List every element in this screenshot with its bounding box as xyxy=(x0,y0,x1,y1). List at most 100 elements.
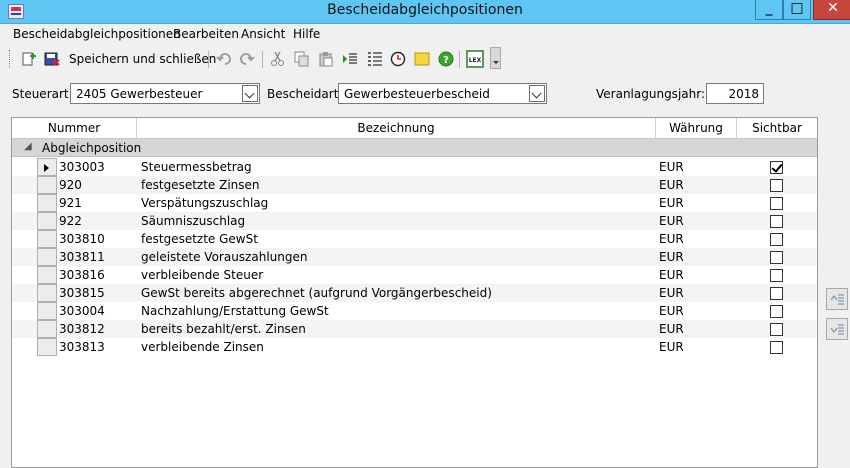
maximize-button[interactable]: □ xyxy=(783,0,811,20)
column-header-waehrung[interactable]: Währung xyxy=(656,118,737,139)
move-down-button[interactable] xyxy=(826,318,848,340)
cell-nummer[interactable]: 921 xyxy=(59,196,82,210)
cell-nummer[interactable]: 303811 xyxy=(59,250,105,264)
cell-nummer[interactable]: 303813 xyxy=(59,340,105,354)
save-close-label[interactable]: Speichern und schließen xyxy=(69,52,216,66)
cell-waehrung[interactable]: EUR xyxy=(659,268,684,282)
cell-bezeichnung[interactable]: Verspätungszuschlag xyxy=(141,196,268,210)
table-row[interactable]: 303812 bereits bezahlt/erst. Zinsen EUR xyxy=(12,320,817,338)
menu-bearbeiten[interactable]: Bearbeiten xyxy=(173,27,239,41)
row-selector[interactable] xyxy=(37,176,57,194)
cell-bezeichnung[interactable]: verbleibende Zinsen xyxy=(141,340,264,354)
cell-bezeichnung[interactable]: bereits bezahlt/erst. Zinsen xyxy=(141,322,306,336)
sichtbar-checkbox[interactable] xyxy=(770,161,783,174)
sichtbar-checkbox[interactable] xyxy=(770,323,783,336)
cell-bezeichnung[interactable]: festgesetzte GewSt xyxy=(141,232,258,246)
group-row[interactable]: ◢ Abgleichposition xyxy=(12,139,817,157)
help-icon[interactable]: ? xyxy=(438,51,454,67)
cell-nummer[interactable]: 303812 xyxy=(59,322,105,336)
column-header-bezeichnung[interactable]: Bezeichnung xyxy=(137,118,656,139)
veranlagungsjahr-input[interactable]: 2018 xyxy=(706,83,764,104)
sichtbar-checkbox[interactable] xyxy=(770,341,783,354)
cell-bezeichnung[interactable]: Steuermessbetrag xyxy=(141,160,252,174)
cell-bezeichnung[interactable]: verbleibende Steuer xyxy=(141,268,263,282)
cell-nummer[interactable]: 922 xyxy=(59,214,82,228)
bescheidart-combo[interactable]: Gewerbesteuerbescheid xyxy=(338,83,547,104)
sichtbar-checkbox[interactable] xyxy=(770,251,783,264)
clock-icon[interactable] xyxy=(390,51,406,67)
cell-nummer[interactable]: 303004 xyxy=(59,304,105,318)
cell-waehrung[interactable]: EUR xyxy=(659,196,684,210)
sichtbar-checkbox[interactable] xyxy=(770,233,783,246)
indent-icon[interactable] xyxy=(342,51,358,67)
row-selector[interactable] xyxy=(37,212,57,230)
save-close-icon[interactable] xyxy=(44,51,60,67)
table-row[interactable]: 303004 Nachzahlung/Erstattung GewSt EUR xyxy=(12,302,817,320)
cell-waehrung[interactable]: EUR xyxy=(659,232,684,246)
table-row[interactable]: 921 Verspätungszuschlag EUR xyxy=(12,194,817,212)
move-up-button[interactable] xyxy=(826,288,848,310)
cell-waehrung[interactable]: EUR xyxy=(659,160,684,174)
steuerart-combo[interactable]: 2405 Gewerbesteuer xyxy=(70,83,260,104)
row-selector[interactable] xyxy=(37,230,57,248)
table-row[interactable]: 303813 verbleibende Zinsen EUR xyxy=(12,338,817,356)
column-header-sichtbar[interactable]: Sichtbar xyxy=(737,118,817,139)
cell-waehrung[interactable]: EUR xyxy=(659,322,684,336)
paste-icon[interactable] xyxy=(318,51,334,67)
redo-icon[interactable] xyxy=(239,51,255,67)
sichtbar-checkbox[interactable] xyxy=(770,269,783,282)
undo-icon[interactable] xyxy=(216,51,232,67)
cell-bezeichnung[interactable]: GewSt bereits abgerechnet (aufgrund Vorg… xyxy=(141,286,492,300)
new-icon[interactable] xyxy=(20,51,36,67)
sichtbar-checkbox[interactable] xyxy=(770,305,783,318)
cell-waehrung[interactable]: EUR xyxy=(659,178,684,192)
table-row[interactable]: 920 festgesetzte Zinsen EUR xyxy=(12,176,817,194)
sichtbar-checkbox[interactable] xyxy=(770,215,783,228)
cell-nummer[interactable]: 303810 xyxy=(59,232,105,246)
chevron-down-icon[interactable] xyxy=(529,85,545,102)
table-row[interactable]: 303815 GewSt bereits abgerechnet (aufgrun… xyxy=(12,284,817,302)
cell-bezeichnung[interactable]: Nachzahlung/Erstattung GewSt xyxy=(141,304,329,318)
cell-bezeichnung[interactable]: geleistete Vorauszahlungen xyxy=(141,250,307,264)
menu-hilfe[interactable]: Hilfe xyxy=(293,27,320,41)
cell-waehrung[interactable]: EUR xyxy=(659,214,684,228)
cell-bezeichnung[interactable]: festgesetzte Zinsen xyxy=(141,178,260,192)
cell-waehrung[interactable]: EUR xyxy=(659,250,684,264)
table-row[interactable]: 303003 Steuermessbetrag EUR xyxy=(12,158,817,176)
sichtbar-checkbox[interactable] xyxy=(770,287,783,300)
note-icon[interactable] xyxy=(414,51,430,67)
list-icon[interactable] xyxy=(367,51,383,67)
row-selector[interactable] xyxy=(37,320,57,338)
collapse-icon[interactable]: ◢ xyxy=(24,141,32,152)
sichtbar-checkbox[interactable] xyxy=(770,197,783,210)
table-row[interactable]: 922 Säumniszuschlag EUR xyxy=(12,212,817,230)
menu-bescheidabgleichpositionen[interactable]: Bescheidabgleichpositionen xyxy=(13,27,181,41)
row-selector[interactable] xyxy=(37,338,57,356)
table-row[interactable]: 303816 verbleibende Steuer EUR xyxy=(12,266,817,284)
current-row-indicator[interactable] xyxy=(37,158,57,176)
cell-waehrung[interactable]: EUR xyxy=(659,304,684,318)
close-button[interactable]: ✕ xyxy=(813,0,850,20)
toolbar-overflow-button[interactable] xyxy=(490,47,501,69)
row-selector[interactable] xyxy=(37,302,57,320)
chevron-down-icon[interactable] xyxy=(242,85,258,102)
cell-bezeichnung[interactable]: Säumniszuschlag xyxy=(141,214,245,228)
cell-waehrung[interactable]: EUR xyxy=(659,286,684,300)
column-header-nummer[interactable]: Nummer xyxy=(12,118,137,139)
table-row[interactable]: 303810 festgesetzte GewSt EUR xyxy=(12,230,817,248)
row-selector[interactable] xyxy=(37,284,57,302)
minimize-button[interactable]: _ xyxy=(755,0,783,20)
copy-icon[interactable] xyxy=(294,51,310,67)
cell-waehrung[interactable]: EUR xyxy=(659,340,684,354)
row-selector[interactable] xyxy=(37,194,57,212)
cut-icon[interactable] xyxy=(270,51,286,67)
sichtbar-checkbox[interactable] xyxy=(770,179,783,192)
toolbar-grip[interactable] xyxy=(9,50,11,68)
cell-nummer[interactable]: 303815 xyxy=(59,286,105,300)
cell-nummer[interactable]: 920 xyxy=(59,178,82,192)
cell-nummer[interactable]: 303816 xyxy=(59,268,105,282)
cell-nummer[interactable]: 303003 xyxy=(59,160,105,174)
row-selector[interactable] xyxy=(37,248,57,266)
lex-icon[interactable]: LEX xyxy=(466,50,484,68)
table-row[interactable]: 303811 geleistete Vorauszahlungen EUR xyxy=(12,248,817,266)
